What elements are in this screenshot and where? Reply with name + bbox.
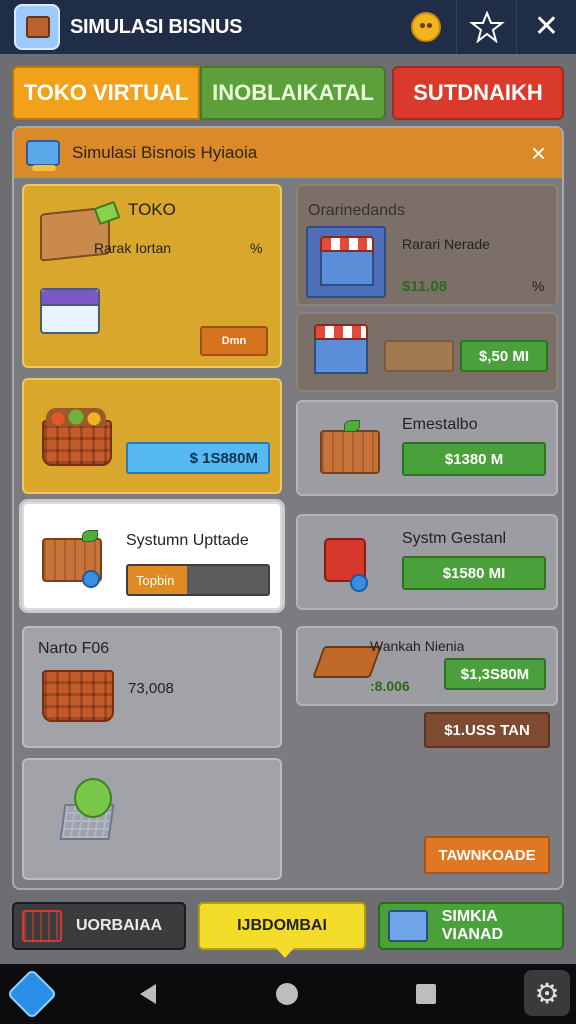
system-nav-bar: ⚙: [0, 964, 576, 1024]
home-icon[interactable]: [276, 983, 298, 1005]
system-price[interactable]: $1580 MI: [402, 556, 546, 590]
bottom-button-2[interactable]: IJBDOMBAI: [198, 902, 366, 958]
bottom-button-3[interactable]: SIMKIA VIANAD: [378, 902, 564, 950]
stall-icon: [314, 324, 368, 382]
tab-toko-virtual[interactable]: TOKO VIRTUAL: [12, 66, 200, 120]
top-tabs: TOKO VIRTUAL INOBLAIKATAL SUTDNAIKH: [12, 66, 564, 120]
fruit-character-icon: [74, 778, 112, 818]
tab-second[interactable]: INOBLAIKATAL: [200, 66, 386, 120]
close-button[interactable]: ✕: [516, 0, 576, 54]
system-card[interactable]: Systm Gestanl $1580 MI: [296, 514, 558, 610]
cart-card-title: Narto F06: [38, 640, 110, 657]
upgrade-progress[interactable]: Topbin: [126, 564, 270, 596]
toko-button[interactable]: Dmn: [200, 326, 268, 356]
wankah-price-two[interactable]: $1.USS TAN: [424, 712, 550, 748]
star-cart-icon: [468, 11, 505, 43]
blue-flower-icon: [350, 574, 368, 592]
bottom-button-1[interactable]: UORBAIAA: [12, 902, 186, 950]
ora-subtitle: Rarari Nerade: [402, 236, 490, 252]
cart-card[interactable]: Narto F06 73,008: [22, 626, 282, 748]
emesta-card[interactable]: Emestalbo $1380 M: [296, 400, 558, 496]
vegetable-crate-icon: [320, 430, 380, 474]
bottom-button-2-label: IJBDOMBAI: [237, 917, 327, 934]
produce-icon: [46, 408, 106, 426]
toko-title: TOKO: [128, 200, 176, 219]
emoji-face-icon: [411, 12, 441, 42]
toko-subtitle: Rarak Iortan: [94, 240, 172, 256]
ora-price: $11.08: [402, 278, 448, 295]
register-icon: [388, 910, 428, 942]
shop-bag-icon: [40, 288, 100, 334]
app-title: SIMULASI BISNUS: [70, 15, 243, 38]
fruit-cart-card[interactable]: [22, 758, 282, 880]
stall-card[interactable]: $,50 MI: [296, 312, 558, 392]
cart-card-value: 73,008: [128, 680, 174, 697]
panel-close-button[interactable]: ×: [531, 138, 546, 169]
last-action-button[interactable]: TAWNKOADE: [424, 836, 550, 874]
system-title: Systm Gestanl: [402, 530, 507, 547]
ora-card[interactable]: Orarinedands Rarari Nerade $11.08 %: [296, 184, 558, 306]
basket-card[interactable]: $ 1S880M: [22, 378, 282, 494]
emesta-title: Emestalbo: [402, 416, 478, 433]
ora-percent: %: [532, 278, 545, 294]
leaf-icon: [82, 530, 98, 542]
wankah-title: Wankah Nienia: [370, 638, 465, 654]
basket-icon: [42, 420, 112, 466]
close-icon: ✕: [533, 10, 560, 43]
favorite-cart-button[interactable]: [456, 0, 516, 54]
wankah-card[interactable]: Wankah Nienia :8.006 $1,3S80M: [296, 626, 558, 706]
upgrade-progress-fill: Topbin: [128, 566, 187, 594]
app-icon: [14, 4, 60, 50]
flower-icon: [82, 570, 100, 588]
gear-icon[interactable]: ⚙: [524, 970, 570, 1016]
panel-header: Simulasi Bisnois Hyiaoia ×: [14, 128, 562, 178]
emoji-button[interactable]: [396, 0, 456, 54]
cart-icon: [22, 910, 62, 942]
tag-icon: [93, 200, 121, 226]
title-bar: SIMULASI BISNUS ✕: [0, 0, 576, 54]
emesta-price[interactable]: $1380 M: [402, 442, 546, 476]
wankah-price[interactable]: $1,3S80M: [444, 658, 546, 690]
stall-bar: [384, 340, 454, 372]
upgrade-title: Systumn Upttade: [126, 532, 249, 549]
toko-card[interactable]: TOKO Rarak Iortan % Dmn: [22, 184, 282, 368]
basket-price[interactable]: $ 1S880M: [126, 442, 270, 474]
app-launcher-icon[interactable]: [6, 968, 58, 1020]
bottom-bar: UORBAIAA IJBDOMBAI SIMKIA VIANAD: [12, 902, 564, 958]
truck-icon: [26, 140, 60, 171]
market-stall-icon: [320, 236, 374, 294]
bottom-button-3-label: SIMKIA VIANAD: [441, 908, 504, 943]
panel-title: Simulasi Bisnois Hyiaoia: [72, 143, 258, 162]
tab-third[interactable]: SUTDNAIKH: [392, 66, 564, 120]
recent-apps-icon[interactable]: [416, 984, 436, 1004]
simulation-panel: Simulasi Bisnois Hyiaoia × TOKO Rarak Io…: [12, 126, 564, 890]
wankah-subvalue: :8.006: [370, 678, 410, 694]
red-basket-icon: [42, 670, 114, 722]
upgrade-card[interactable]: Systumn Upttade Topbin: [22, 502, 282, 610]
vegetable-leaf-icon: [344, 420, 360, 432]
ora-title: Orarinedands: [308, 202, 405, 219]
bottom-button-1-label: UORBAIAA: [76, 917, 163, 934]
stall-frame: [306, 226, 386, 298]
back-icon[interactable]: [140, 984, 156, 1004]
stall-price[interactable]: $,50 MI: [460, 340, 548, 372]
toko-percent: %: [250, 240, 263, 256]
